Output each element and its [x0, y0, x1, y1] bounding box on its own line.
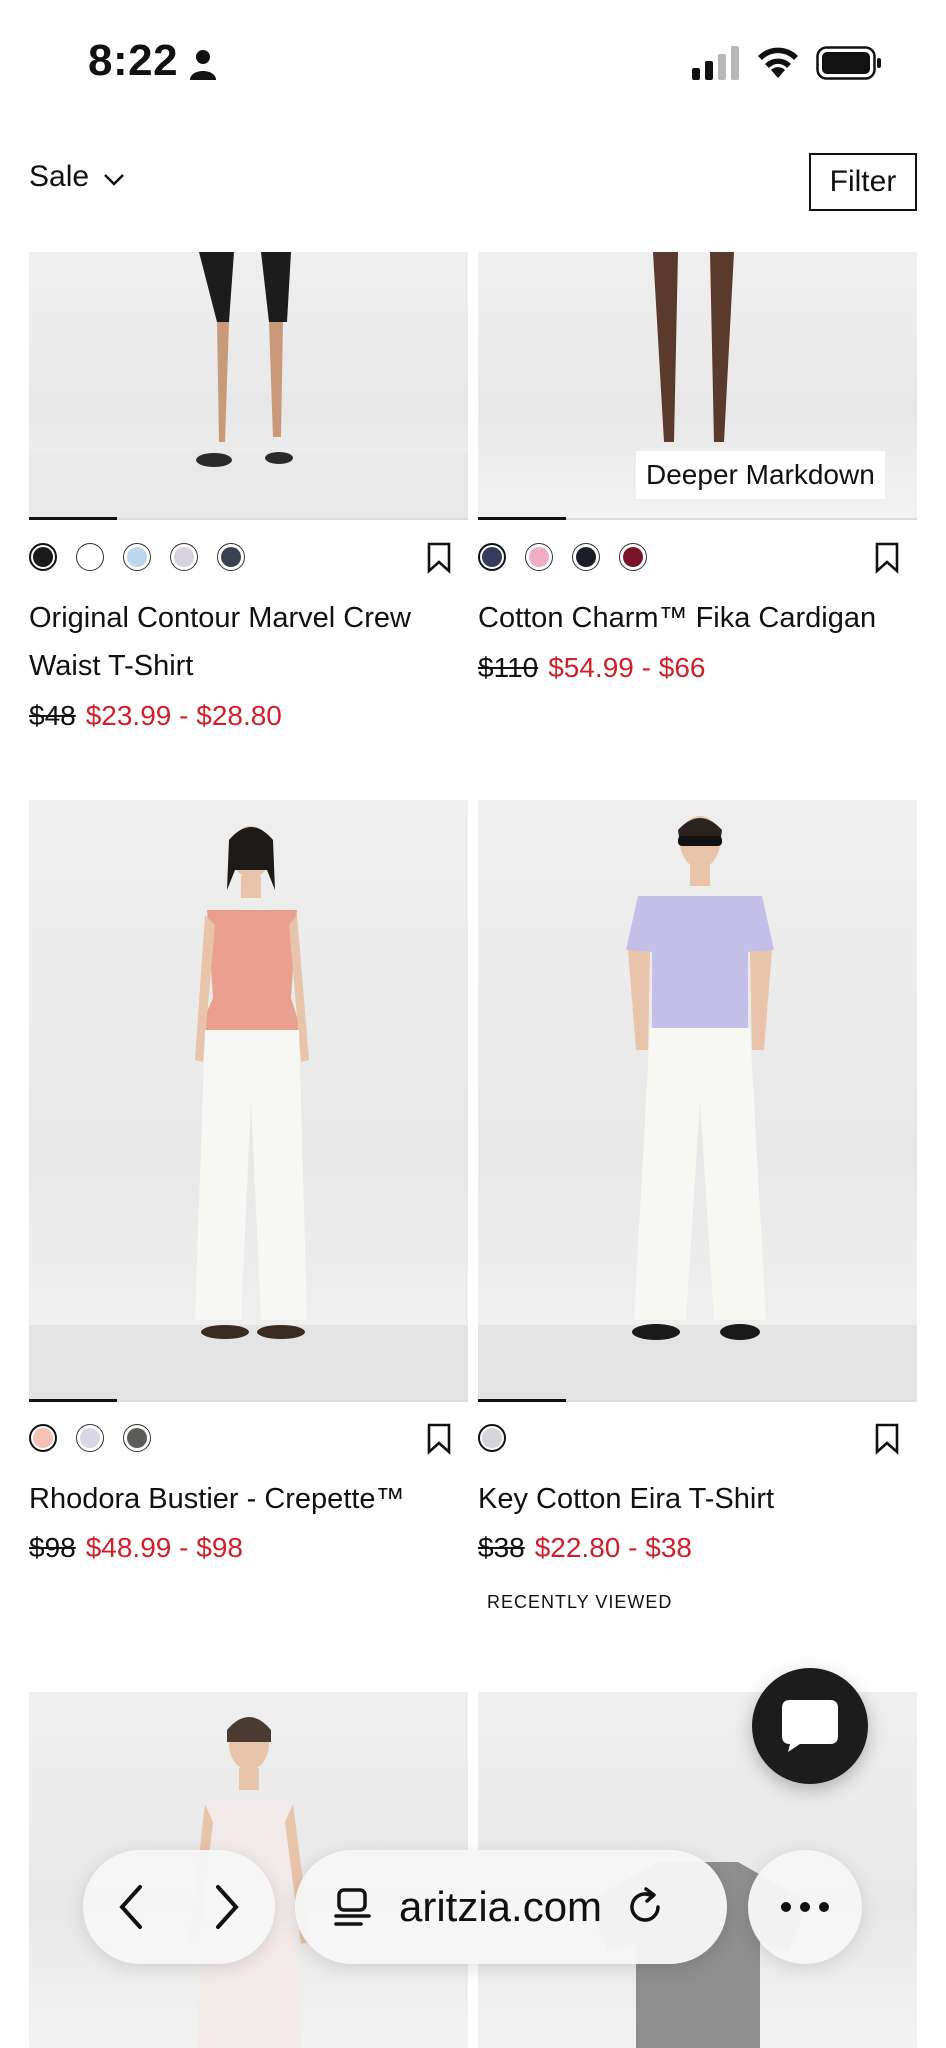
- ellipsis-icon: [781, 1902, 829, 1912]
- color-swatches: [29, 543, 245, 571]
- sale-price: $48.99 - $98: [85, 1532, 243, 1563]
- url-text: aritzia.com: [399, 1883, 603, 1930]
- deeper-markdown-badge: Deeper Markdown: [636, 451, 885, 499]
- color-swatch[interactable]: [76, 1424, 104, 1452]
- product-photo: [29, 826, 468, 1400]
- sort-dropdown[interactable]: Sale: [29, 160, 125, 194]
- bookmark-icon[interactable]: [874, 542, 900, 574]
- battery-icon: [816, 46, 881, 80]
- wifi-icon: [758, 47, 798, 78]
- page-menu-icon[interactable]: [333, 1887, 373, 1927]
- product-image[interactable]: [478, 800, 917, 1400]
- color-swatch[interactable]: [619, 543, 647, 571]
- image-carousel-indicator: [478, 517, 566, 520]
- back-arrow-icon[interactable]: [116, 1883, 146, 1931]
- image-carousel-indicator: [29, 1399, 117, 1402]
- chevron-down-icon: [104, 174, 124, 186]
- bookmark-icon[interactable]: [874, 1423, 900, 1455]
- chat-button[interactable]: [752, 1668, 868, 1784]
- cellular-signal-icon: [692, 46, 739, 80]
- product-price: $48 $23.99 - $28.80: [29, 696, 282, 736]
- bookmark-icon[interactable]: [426, 1423, 452, 1455]
- sale-price: $23.99 - $28.80: [85, 700, 282, 731]
- color-swatches: [478, 1424, 506, 1452]
- color-swatch[interactable]: [478, 543, 506, 571]
- address-bar[interactable]: aritzia.com: [295, 1850, 727, 1964]
- image-carousel-indicator: [478, 1399, 566, 1402]
- filter-button[interactable]: Filter: [809, 153, 917, 211]
- product-photo: [29, 252, 468, 518]
- sort-label: Sale: [29, 160, 90, 193]
- sale-price: $54.99 - $66: [548, 652, 706, 683]
- original-price: $48: [29, 700, 76, 731]
- color-swatch[interactable]: [525, 543, 553, 571]
- browser-nav-controls: [83, 1850, 275, 1964]
- image-carousel-indicator: [29, 517, 117, 520]
- product-name[interactable]: Original Contour Marvel Crew Waist T-Shi…: [29, 594, 459, 690]
- bookmark-icon[interactable]: [426, 542, 452, 574]
- color-swatch[interactable]: [572, 543, 600, 571]
- product-image[interactable]: [29, 800, 468, 1400]
- color-swatch[interactable]: [217, 543, 245, 571]
- product-name[interactable]: Cotton Charm™ Fika Cardigan: [478, 594, 918, 642]
- color-swatch[interactable]: [123, 543, 151, 571]
- product-image[interactable]: [29, 252, 468, 518]
- product-image[interactable]: Deeper Markdown: [478, 252, 917, 518]
- product-name[interactable]: Rhodora Bustier - Crepette™: [29, 1475, 469, 1523]
- product-price: $110 $54.99 - $66: [478, 648, 705, 688]
- product-name-line: Original Contour Marvel Crew: [29, 602, 411, 634]
- original-price: $98: [29, 1532, 76, 1563]
- color-swatch[interactable]: [170, 543, 198, 571]
- color-swatch[interactable]: [29, 1424, 57, 1452]
- chat-bubble-icon: [782, 1700, 838, 1752]
- color-swatch[interactable]: [29, 543, 57, 571]
- color-swatch[interactable]: [478, 1424, 506, 1452]
- product-price: $38 $22.80 - $38: [478, 1528, 692, 1568]
- original-price: $110: [478, 652, 539, 683]
- reload-icon[interactable]: [626, 1887, 666, 1927]
- status-time: 8:22: [88, 36, 179, 85]
- color-swatch[interactable]: [76, 543, 104, 571]
- product-price: $98 $48.99 - $98: [29, 1528, 243, 1568]
- original-price: $38: [478, 1532, 525, 1563]
- product-photo: [478, 816, 917, 1400]
- forward-arrow-icon[interactable]: [212, 1883, 242, 1931]
- color-swatch[interactable]: [123, 1424, 151, 1452]
- sale-price: $22.80 - $38: [534, 1532, 692, 1563]
- more-options-button[interactable]: [748, 1850, 862, 1964]
- color-swatches: [29, 1424, 151, 1452]
- recently-viewed-tag: RECENTLY VIEWED: [487, 1592, 673, 1612]
- person-icon: [190, 50, 216, 80]
- color-swatches: [478, 543, 647, 571]
- product-name[interactable]: Key Cotton Eira T-Shirt: [478, 1475, 918, 1523]
- product-name-line: Waist T-Shirt: [29, 650, 194, 682]
